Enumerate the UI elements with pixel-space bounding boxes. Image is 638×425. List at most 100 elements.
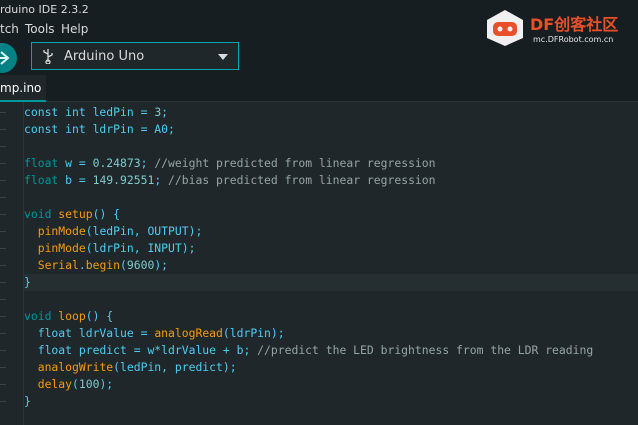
code-token: (ledPin, predict); — [113, 360, 237, 374]
code-token: ( — [120, 258, 127, 272]
code-token: float — [24, 173, 59, 187]
code-token: ; — [140, 156, 155, 170]
code-token: //weight predicted from linear regressio… — [154, 156, 436, 170]
fold-marker — [0, 299, 6, 300]
code-line: delay(100); — [24, 376, 113, 393]
code-token: } — [24, 275, 31, 289]
code-token: float ldrValue = — [24, 326, 155, 340]
code-token: ledPin = — [92, 105, 155, 119]
code-token: ldrPin = A0; — [92, 122, 175, 136]
code-line: pinMode(ledPin, OUTPUT); — [24, 223, 203, 240]
fold-marker — [0, 316, 6, 317]
fold-marker — [0, 248, 6, 249]
code-token: ; — [161, 105, 169, 119]
chevron-down-icon — [218, 54, 228, 60]
code-token: (ldrPin); — [222, 326, 285, 340]
code-token: 100 — [78, 377, 100, 391]
fold-marker — [0, 129, 6, 130]
code-token: float — [24, 156, 59, 170]
code-line: float w = 0.24873; //weight predicted fr… — [24, 155, 436, 172]
fold-marker — [0, 180, 6, 181]
fold-marker — [0, 401, 6, 402]
code-token: begin — [85, 258, 121, 272]
code-token: 9600 — [126, 258, 155, 272]
window-title: rduino IDE 2.3.2 — [0, 3, 89, 16]
usb-icon — [43, 49, 53, 64]
code-line: const int ldrPin = A0; — [24, 121, 175, 138]
code-token: ); — [99, 377, 114, 391]
code-line: Serial.begin(9600); — [24, 257, 168, 274]
code-token: (ldrPin, INPUT); — [85, 241, 196, 255]
fold-marker — [0, 214, 6, 215]
fold-marker — [0, 197, 6, 198]
code-token: 149.92551 — [92, 173, 155, 187]
code-token: const int — [24, 105, 93, 119]
tab-bar: mp.ino — [0, 75, 638, 102]
code-token: b = — [58, 173, 93, 187]
code-token: void — [24, 207, 52, 221]
code-token: analogRead — [154, 326, 223, 340]
code-token: ; — [154, 173, 169, 187]
fold-marker — [0, 367, 6, 368]
code-token: w = — [58, 156, 93, 170]
code-token: pinMode — [37, 224, 86, 238]
watermark-brand: DF创客社区 — [530, 15, 619, 34]
code-line: analogWrite(ledPin, predict); — [24, 359, 237, 376]
arrow-right-icon — [0, 51, 10, 65]
code-token: () { — [92, 207, 121, 221]
current-line-highlight — [24, 274, 638, 291]
fold-marker — [0, 333, 6, 334]
code-token: float predict = w*ldrValue + b; — [24, 343, 258, 357]
code-line: float predict = w*ldrValue + b; //predic… — [24, 342, 594, 359]
code-token: //bias predicted from linear regression — [168, 173, 436, 187]
code-token: //predict the LED brightness from the LD… — [257, 343, 594, 357]
code-token: 0.24873 — [92, 156, 141, 170]
watermark-site: mc.DFRobot.com.cn — [533, 35, 614, 44]
code-token: ); — [154, 258, 169, 272]
dfrobot-watermark: DF创客社区 mc.DFRobot.com.cn — [484, 8, 634, 48]
fold-marker — [0, 163, 6, 164]
code-token: . — [78, 258, 86, 272]
code-line: } — [24, 393, 31, 410]
menu-tools[interactable]: Tools — [25, 22, 55, 36]
fold-marker — [0, 231, 6, 232]
tab-label: mp.ino — [0, 81, 42, 95]
code-token: pinMode — [37, 241, 86, 255]
code-token: const int — [24, 122, 93, 136]
upload-button[interactable] — [0, 43, 17, 73]
code-token: (ledPin, OUTPUT); — [85, 224, 203, 238]
fold-marker — [0, 282, 6, 283]
code-token: analogWrite — [37, 360, 114, 374]
fold-marker — [0, 146, 6, 147]
code-token: void — [24, 309, 52, 323]
code-line: float b = 149.92551; //bias predicted fr… — [24, 172, 436, 189]
code-token: setup — [58, 207, 93, 221]
code-token: ( — [72, 377, 79, 391]
code-line: float ldrValue = analogRead(ldrPin); — [24, 325, 285, 342]
fold-marker — [0, 265, 6, 266]
menu-help[interactable]: Help — [61, 22, 88, 36]
robot-logo-icon — [487, 10, 523, 46]
board-selector[interactable]: Arduino Uno — [31, 42, 239, 70]
code-line: } — [24, 274, 31, 291]
code-line: void loop() { — [24, 308, 113, 325]
fold-marker — [0, 384, 6, 385]
code-line: pinMode(ldrPin, INPUT); — [24, 240, 196, 257]
code-token: Serial — [37, 258, 79, 272]
code-token: delay — [37, 377, 73, 391]
board-name: Arduino Uno — [64, 49, 145, 64]
tab-sketch-file[interactable]: mp.ino — [0, 75, 46, 102]
code-token: loop — [58, 309, 86, 323]
fold-marker — [0, 112, 6, 113]
code-token: } — [24, 394, 31, 408]
code-line: const int ledPin = 3; — [24, 104, 168, 121]
menu-sketch[interactable]: tch — [0, 22, 19, 36]
fold-marker — [0, 350, 6, 351]
code-token: () { — [85, 309, 114, 323]
code-line: void setup() { — [24, 206, 120, 223]
